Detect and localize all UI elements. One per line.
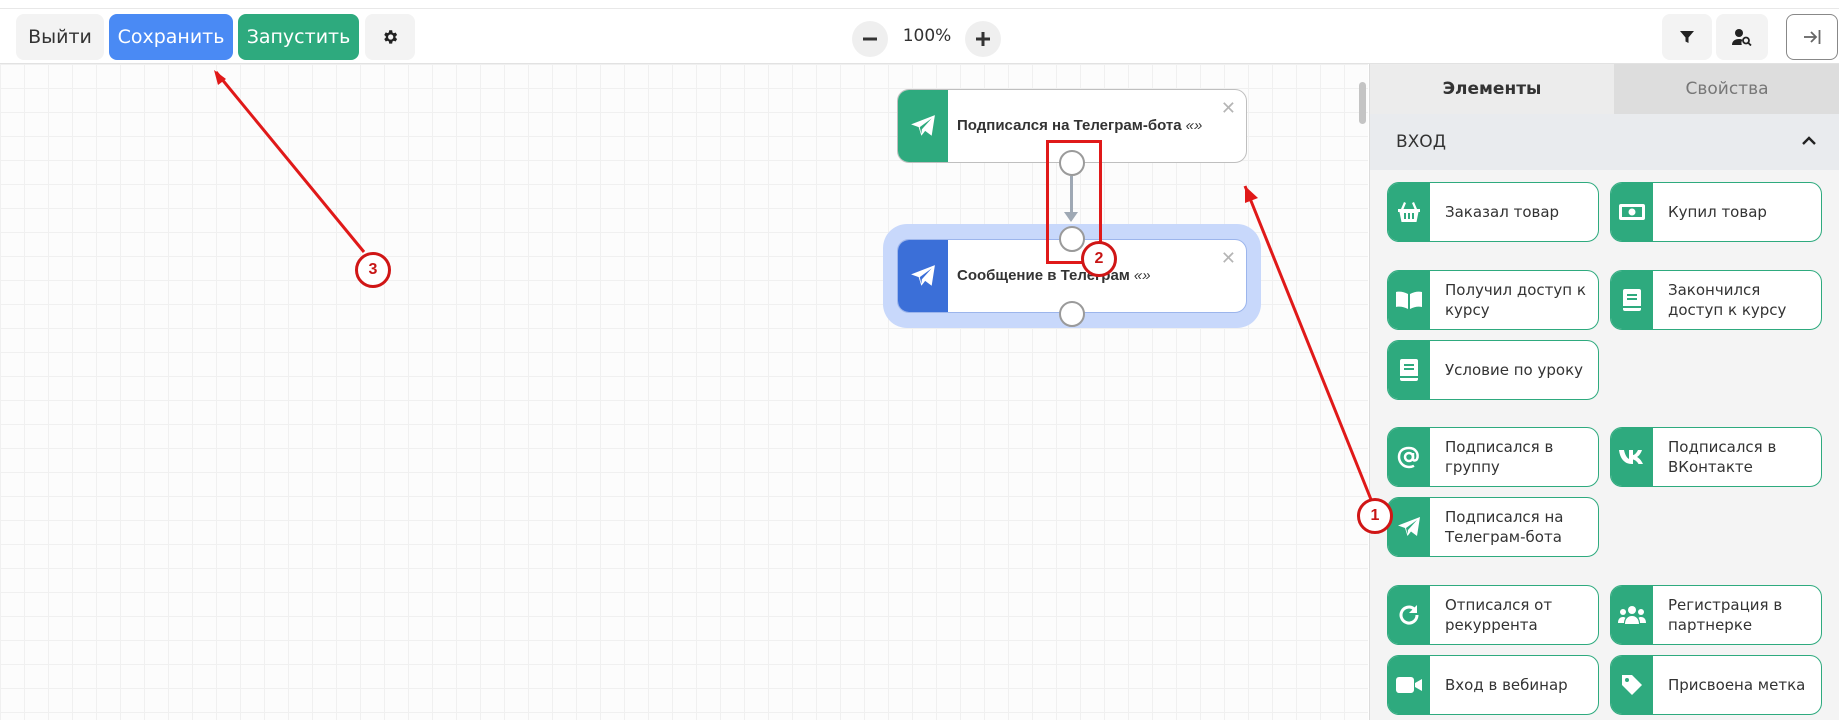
zoom-in-button[interactable]: [965, 21, 1001, 57]
card-label: Вход в вебинар: [1445, 676, 1568, 694]
app-root: Выйти Сохранить Запустить 100% Подписалс…: [0, 0, 1839, 720]
vk-icon: [1619, 450, 1643, 464]
section-title: ВХОД: [1396, 132, 1446, 152]
money-icon: [1619, 204, 1645, 220]
zoom-level: 100%: [902, 26, 952, 46]
element-card-vk-subscribe[interactable]: Подписался в ВКонтакте: [1610, 427, 1822, 487]
book-icon: [1400, 359, 1418, 381]
element-card-course-access[interactable]: Получил доступ к курсу: [1387, 270, 1599, 330]
arrow-to-right-icon: [1804, 30, 1821, 44]
video-icon: [1396, 677, 1422, 693]
card-label: Закончился доступ к курсу: [1668, 281, 1787, 319]
top-toolbar: Выйти Сохранить Запустить 100%: [0, 8, 1839, 64]
card-label: Подписался в ВКонтакте: [1668, 438, 1777, 476]
card-label: Отписался от рекуррента: [1445, 596, 1553, 634]
card-label: Регистрация в партнерке: [1668, 596, 1783, 634]
plus-icon: [976, 32, 990, 46]
card-icon-box: [1611, 183, 1653, 241]
card-label: Подписался в группу: [1445, 438, 1554, 476]
exit-button[interactable]: Выйти: [16, 14, 104, 60]
telegram-plane-icon: [911, 115, 935, 136]
redo-icon: [1399, 605, 1419, 625]
card-icon-box: [1611, 428, 1653, 486]
card-label: Подписался на Телеграм-бота: [1445, 508, 1564, 546]
card-icon-box: [1388, 183, 1430, 241]
element-card-lesson-condition[interactable]: Условие по уроку: [1387, 340, 1599, 400]
card-icon-box: [1611, 586, 1653, 644]
card-label: Присвоена метка: [1668, 676, 1806, 694]
card-icon-box: [1388, 271, 1430, 329]
node-title: Подписался на Телеграм-бота «»: [957, 117, 1203, 134]
element-card-telegram-subscribe[interactable]: Подписался на Телеграм-бота: [1387, 497, 1599, 557]
annotation-badge-3: 3: [355, 252, 391, 288]
section-header-entry[interactable]: ВХОД: [1370, 114, 1839, 170]
node-icon-strip: [898, 90, 948, 162]
card-label: Условие по уроку: [1445, 361, 1584, 379]
right-sidebar: Элементы Свойства ВХОД Заказал товар Куп…: [1369, 64, 1839, 720]
at-icon: [1397, 446, 1419, 469]
card-icon-box: [1388, 341, 1430, 399]
card-label: Получил доступ к курсу: [1445, 281, 1586, 319]
element-card-tag-assigned[interactable]: Присвоена метка: [1610, 655, 1822, 715]
card-icon-box: [1388, 656, 1430, 714]
users-icon: [1618, 606, 1646, 624]
tag-icon: [1622, 675, 1642, 695]
gear-icon: [384, 30, 398, 44]
card-icon-box: [1611, 271, 1653, 329]
annotation-badge-2: 2: [1081, 241, 1117, 277]
open-book-icon: [1396, 291, 1422, 309]
filter-button[interactable]: [1662, 14, 1712, 60]
telegram-plane-icon: [911, 265, 935, 286]
collapse-panel-button[interactable]: [1786, 14, 1838, 60]
book-icon: [1623, 289, 1641, 311]
card-label: Купил товар: [1668, 203, 1767, 221]
element-card-course-access-ended[interactable]: Закончился доступ к курсу: [1610, 270, 1822, 330]
tab-elements[interactable]: Элементы: [1370, 64, 1614, 114]
element-card-ordered-product[interactable]: Заказал товар: [1387, 182, 1599, 242]
element-card-bought-product[interactable]: Купил товар: [1610, 182, 1822, 242]
node-title: Сообщение в Телеграм «»: [957, 267, 1151, 284]
zoom-out-button[interactable]: [852, 21, 888, 57]
card-icon-box: [1388, 498, 1430, 556]
node-icon-strip: [898, 240, 948, 312]
minus-icon: [863, 37, 877, 41]
element-card-webinar-entry[interactable]: Вход в вебинар: [1387, 655, 1599, 715]
element-card-unsubscribed-recurrent[interactable]: Отписался от рекуррента: [1387, 585, 1599, 645]
card-icon-box: [1388, 586, 1430, 644]
card-icon-box: [1388, 428, 1430, 486]
card-icon-box: [1611, 656, 1653, 714]
element-card-partner-registration[interactable]: Регистрация в партнерке: [1610, 585, 1822, 645]
save-button[interactable]: Сохранить: [109, 14, 233, 60]
telegram-plane-icon: [1398, 517, 1420, 536]
chevron-up-icon: [1802, 136, 1816, 145]
annotation-badge-1: 1: [1357, 498, 1393, 534]
filter-icon: [1680, 31, 1694, 43]
user-search-icon: [1732, 29, 1752, 46]
user-search-button[interactable]: [1716, 14, 1768, 60]
basket-icon: [1398, 202, 1420, 222]
close-icon[interactable]: ✕: [1221, 248, 1236, 269]
run-button[interactable]: Запустить: [238, 14, 359, 60]
close-icon[interactable]: ✕: [1221, 98, 1236, 119]
settings-button[interactable]: [365, 14, 415, 60]
card-label: Заказал товар: [1445, 203, 1560, 221]
canvas-scrollbar[interactable]: [1359, 82, 1366, 124]
output-port[interactable]: [1059, 301, 1085, 327]
tab-properties[interactable]: Свойства: [1614, 64, 1839, 114]
element-card-group-subscribe[interactable]: Подписался в группу: [1387, 427, 1599, 487]
